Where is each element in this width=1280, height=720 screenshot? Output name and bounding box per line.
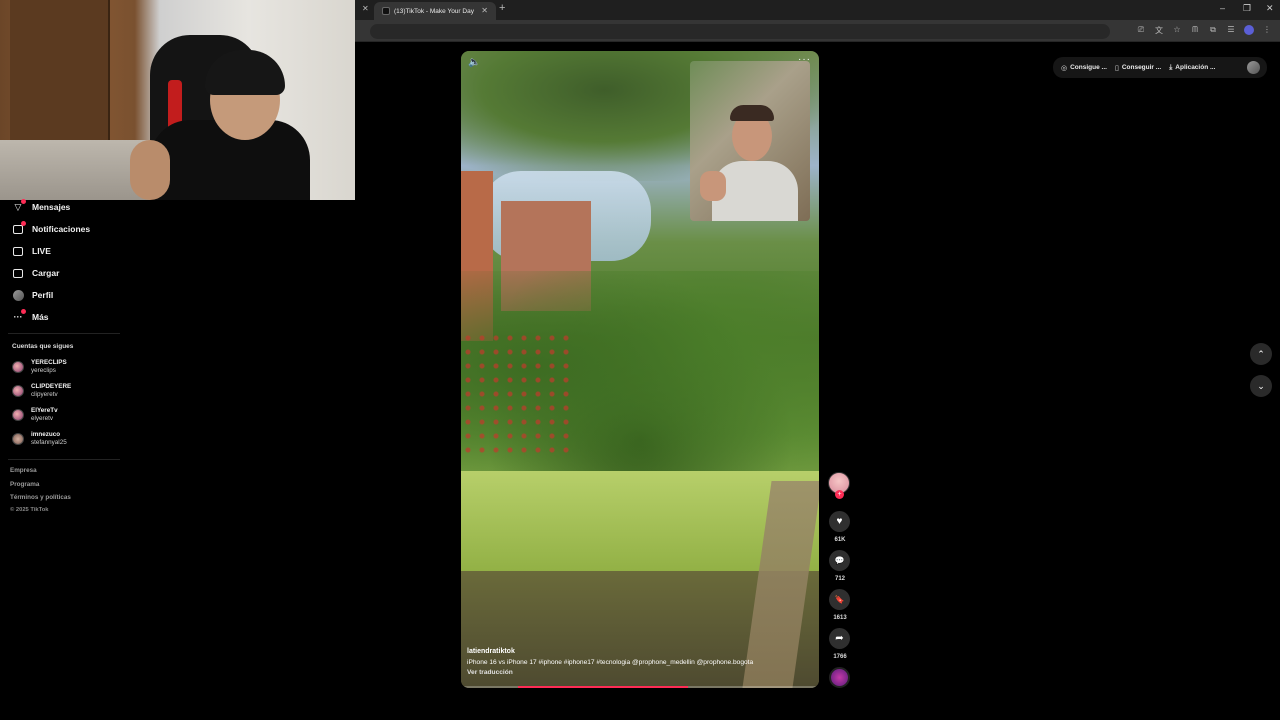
translate-icon[interactable]: 文 bbox=[1154, 25, 1164, 37]
account-name: CLIPDEYERE bbox=[31, 383, 72, 390]
sidebar-item-label: LIVE bbox=[32, 246, 51, 256]
upload-plus-icon bbox=[12, 267, 24, 279]
user-avatar[interactable] bbox=[1247, 61, 1260, 74]
restore-icon[interactable]: ❐ bbox=[1243, 3, 1251, 14]
sidebar-divider bbox=[8, 459, 120, 460]
following-section-title: Cuentas que sigues bbox=[12, 343, 74, 350]
sidebar-item-label: Más bbox=[32, 312, 49, 322]
account-username: yereclips bbox=[31, 367, 56, 374]
new-tab-icon[interactable]: + bbox=[499, 2, 505, 14]
profile-avatar-icon bbox=[12, 289, 24, 301]
sidebar-divider bbox=[8, 333, 120, 334]
chevron-down-icon: ⌄ bbox=[1257, 380, 1265, 391]
chevron-up-icon: ⌃ bbox=[1257, 348, 1265, 359]
account-avatar bbox=[12, 361, 24, 373]
share-button[interactable]: ➦ bbox=[829, 628, 850, 649]
close-tab-icon[interactable]: ✕ bbox=[362, 4, 369, 13]
video-author[interactable]: latiendratiktok bbox=[467, 648, 812, 655]
menu-kebab-icon[interactable]: ⋮ bbox=[1262, 25, 1272, 37]
account-username: clipyeretv bbox=[31, 391, 58, 398]
address-bar[interactable] bbox=[370, 24, 1110, 39]
video-caption: latiendratiktok iPhone 16 vs iPhone 17 #… bbox=[467, 648, 812, 676]
minimize-icon[interactable]: – bbox=[1220, 3, 1225, 13]
sidebar-item-perfil[interactable]: Perfil bbox=[12, 287, 53, 303]
more-dots-icon: ··· bbox=[12, 309, 26, 323]
inbox-icon bbox=[12, 221, 26, 235]
reading-list-icon[interactable]: ☰ bbox=[1226, 25, 1236, 37]
video-player[interactable]: 🔈 ··· latiendratiktok iPhone 16 vs iPhon… bbox=[461, 51, 819, 688]
star-icon[interactable]: ☆ bbox=[1172, 25, 1182, 37]
video-description: iPhone 16 vs iPhone 17 #iphone #iphone17… bbox=[467, 659, 754, 666]
get-coins-link[interactable]: ◎ Consigue ... bbox=[1061, 64, 1107, 72]
bookmark-icon: 🔖 bbox=[834, 595, 845, 604]
download-icon: ⤓ bbox=[1169, 63, 1173, 71]
footer-link-terminos[interactable]: Términos y políticas bbox=[10, 494, 71, 501]
sidebar-item-notificaciones[interactable]: Notificaciones bbox=[12, 221, 90, 237]
comment-button[interactable]: 💬 bbox=[829, 550, 850, 571]
like-button[interactable]: ♥ bbox=[829, 511, 850, 532]
account-username: elyeretv bbox=[31, 415, 54, 422]
account-name: ElYereTv bbox=[31, 407, 58, 414]
sidebar-item-cargar[interactable]: Cargar bbox=[12, 265, 59, 281]
sidebar-item-mas[interactable]: ··· Más bbox=[12, 309, 49, 325]
footer-link-programa[interactable]: Programa bbox=[10, 481, 39, 488]
desktop-app-link[interactable]: ⤓ Aplicación ... bbox=[1169, 64, 1215, 72]
close-tab-icon[interactable]: ✕ bbox=[481, 6, 488, 15]
picture-in-picture-creator bbox=[690, 61, 810, 221]
account-name: YERECLIPS bbox=[31, 359, 67, 366]
toolbar-icons: ⎚ 文 ☆ ᗰ ⧉ ☰ ⋮ bbox=[1136, 25, 1272, 37]
install-icon[interactable]: ⎚ bbox=[1136, 25, 1146, 37]
music-disc-icon[interactable] bbox=[829, 667, 850, 688]
puzzle-icon[interactable]: ⧉ bbox=[1208, 25, 1218, 37]
sidebar-item-mensajes[interactable]: ▽ Mensajes bbox=[12, 199, 70, 215]
footer-link-empresa[interactable]: Empresa bbox=[10, 467, 37, 474]
save-button[interactable]: 🔖 bbox=[829, 589, 850, 610]
account-avatar bbox=[12, 385, 24, 397]
coin-icon: ◎ bbox=[1061, 64, 1068, 72]
volume-icon[interactable]: 🔈 bbox=[468, 57, 480, 68]
sidebar-item-label: Perfil bbox=[32, 290, 54, 300]
sidebar-item-label: Notificaciones bbox=[32, 224, 91, 234]
comment-count: 712 bbox=[834, 576, 845, 582]
comment-icon: 💬 bbox=[834, 556, 845, 565]
account-avatar bbox=[12, 433, 24, 445]
heart-icon: ♥ bbox=[836, 516, 843, 527]
live-tv-icon bbox=[12, 245, 24, 257]
copyright-text: © 2025 TikTok bbox=[10, 507, 49, 513]
top-links-bar: ◎ Consigue ... ▯ Conseguir ... ⤓ Aplicación… bbox=[1053, 57, 1267, 78]
share-icon: ➦ bbox=[835, 633, 844, 644]
profile-avatar-icon[interactable] bbox=[1244, 25, 1254, 37]
next-video-button[interactable]: ⌄ bbox=[1250, 375, 1272, 397]
sidebar-item-label: Cargar bbox=[32, 268, 60, 278]
sidebar-item-live[interactable]: LIVE bbox=[12, 243, 51, 259]
share-count: 1766 bbox=[833, 654, 847, 660]
get-app-link[interactable]: ▯ Conseguir ... bbox=[1115, 64, 1161, 72]
follow-plus-icon[interactable]: + bbox=[835, 490, 844, 499]
previous-video-button[interactable]: ⌃ bbox=[1250, 343, 1272, 365]
extension-m-icon[interactable]: ᗰ bbox=[1190, 25, 1200, 37]
sidebar-item-label: Mensajes bbox=[32, 202, 71, 212]
tab-title: (13)TikTok - Make Your Day bbox=[394, 7, 474, 15]
browser-tab-tiktok[interactable]: (13)TikTok - Make Your Day ✕ bbox=[374, 2, 496, 20]
account-username: stefannyal25 bbox=[31, 439, 67, 446]
close-window-icon[interactable]: ✕ bbox=[1266, 3, 1274, 14]
following-account[interactable]: CLIPDEYERE clipyeretv bbox=[12, 383, 71, 399]
webcam-overlay bbox=[0, 0, 355, 200]
following-account[interactable]: imnezuco stefannyal25 bbox=[12, 431, 67, 447]
send-icon: ▽ bbox=[12, 199, 26, 213]
account-name: imnezuco bbox=[31, 431, 61, 438]
more-options-icon[interactable]: ··· bbox=[798, 54, 811, 65]
save-count: 1613 bbox=[833, 615, 847, 621]
tiktok-favicon-icon bbox=[382, 7, 390, 15]
see-translation-link[interactable]: Ver traducción bbox=[467, 669, 812, 676]
like-count: 61K bbox=[834, 537, 846, 543]
video-progress-fill bbox=[518, 686, 688, 688]
account-avatar bbox=[12, 409, 24, 421]
phone-icon: ▯ bbox=[1114, 64, 1119, 72]
following-account[interactable]: YERECLIPS yereclips bbox=[12, 359, 67, 375]
following-account[interactable]: ElYereTv elyeretv bbox=[12, 407, 58, 423]
